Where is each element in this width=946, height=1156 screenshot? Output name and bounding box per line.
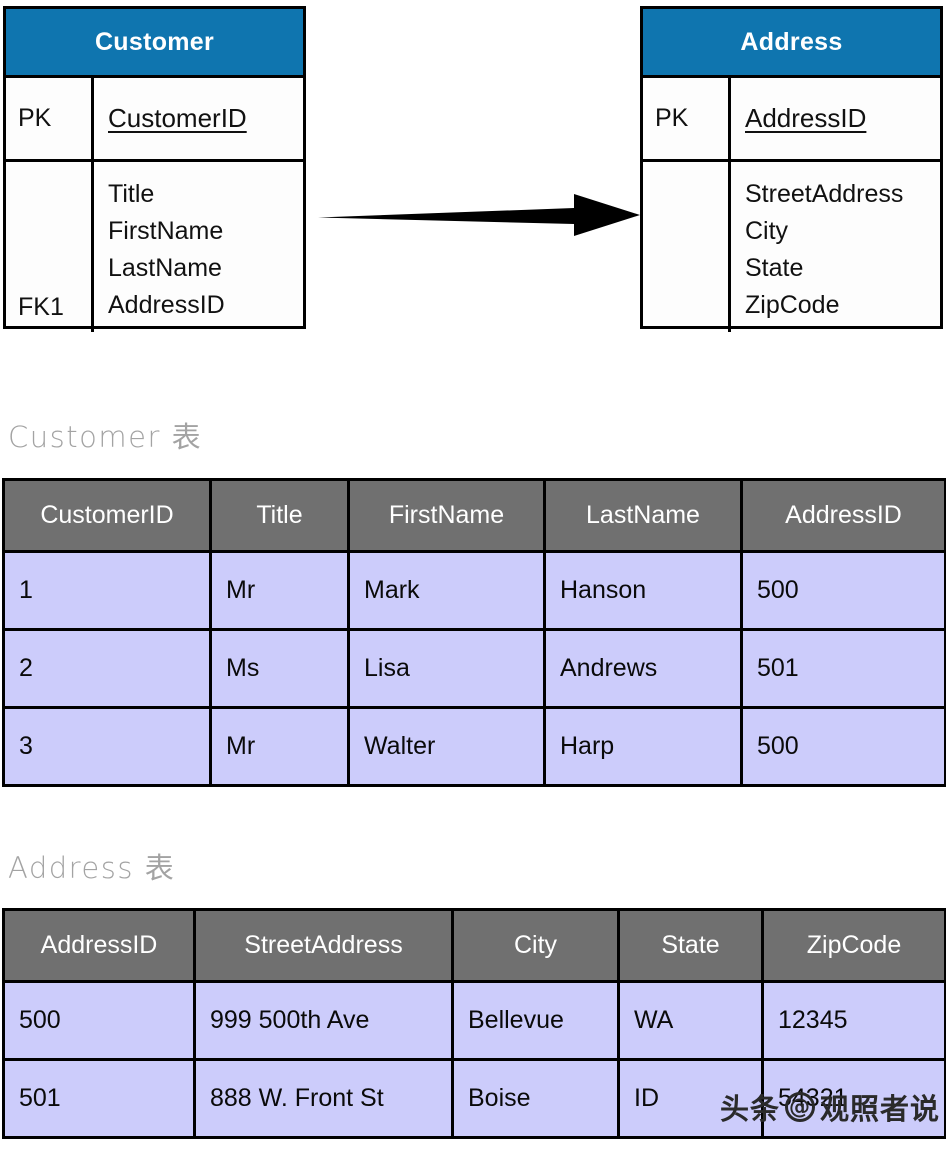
attribute-item: City xyxy=(745,217,789,245)
table-row: 1 Mr Mark Hanson 500 xyxy=(2,550,946,631)
table-cell: Hanson xyxy=(543,550,743,631)
entity-box-address: Address PK AddressID StreetAddress City … xyxy=(640,6,943,332)
table-header-row: CustomerID Title FirstName LastName Addr… xyxy=(2,478,946,553)
table-cell: 2 xyxy=(2,628,212,709)
customer-data-table: CustomerID Title FirstName LastName Addr… xyxy=(2,478,946,787)
entity-pk-row-customer: PK CustomerID xyxy=(6,78,303,159)
column-header: AddressID xyxy=(740,478,946,553)
table-cell: 1 xyxy=(2,550,212,631)
attribute-item: AddressID xyxy=(108,291,225,319)
table-cell: Ms xyxy=(209,628,350,709)
table-cell: Boise xyxy=(451,1058,620,1139)
table-cell: 999 500th Ave xyxy=(193,980,454,1061)
table-cell: 500 xyxy=(2,980,196,1061)
entity-header-customer: Customer xyxy=(6,9,303,75)
pk-field-address: AddressID xyxy=(745,103,867,133)
table-cell: 501 xyxy=(740,628,946,709)
fk-key-label-customer: FK1 xyxy=(6,162,94,332)
address-data-table: AddressID StreetAddress City State ZipCo… xyxy=(2,908,946,1139)
entity-attr-row-address: StreetAddress City State ZipCode xyxy=(643,162,940,332)
column-header: LastName xyxy=(543,478,743,553)
column-header: AddressID xyxy=(2,908,196,983)
table-cell: 501 xyxy=(2,1058,196,1139)
table-cell: Lisa xyxy=(347,628,546,709)
address-table-caption: Address 表 xyxy=(8,851,176,885)
column-header: FirstName xyxy=(347,478,546,553)
table-row: 501 888 W. Front St Boise ID 54321 xyxy=(2,1058,946,1139)
pk-field-customer: CustomerID xyxy=(108,103,247,133)
entity-header-address: Address xyxy=(643,9,940,75)
attr-list-customer: Title FirstName LastName AddressID xyxy=(94,162,303,332)
customer-table-caption: Customer 表 xyxy=(8,420,203,454)
table-cell: 54321 xyxy=(761,1058,946,1139)
table-cell: 12345 xyxy=(761,980,946,1061)
column-header: ZipCode xyxy=(761,908,946,983)
table-cell: 3 xyxy=(2,706,212,787)
attribute-item: State xyxy=(745,254,804,282)
table-row: 500 999 500th Ave Bellevue WA 12345 xyxy=(2,980,946,1061)
pk-field-cell-address: AddressID xyxy=(731,78,940,159)
column-header: Title xyxy=(209,478,350,553)
table-cell: Harp xyxy=(543,706,743,787)
table-cell: WA xyxy=(617,980,764,1061)
table-cell: Walter xyxy=(347,706,546,787)
attribute-item: LastName xyxy=(108,254,222,282)
pk-key-label-address: PK xyxy=(643,78,731,159)
column-header: City xyxy=(451,908,620,983)
column-header: StreetAddress xyxy=(193,908,454,983)
pk-key-label-customer: PK xyxy=(6,78,94,159)
table-header-row: AddressID StreetAddress City State ZipCo… xyxy=(2,908,946,983)
column-header: CustomerID xyxy=(2,478,212,553)
attribute-item: ZipCode xyxy=(745,291,840,319)
table-cell: Bellevue xyxy=(451,980,620,1061)
entity-box-customer: Customer PK CustomerID FK1 Title FirstNa… xyxy=(3,6,306,332)
table-cell: Mr xyxy=(209,706,350,787)
table-cell: 888 W. Front St xyxy=(193,1058,454,1139)
table-cell: ID xyxy=(617,1058,764,1139)
attribute-item: Title xyxy=(108,180,155,208)
table-cell: Mr xyxy=(209,550,350,631)
table-row: 2 Ms Lisa Andrews 501 xyxy=(2,628,946,709)
table-cell: Mark xyxy=(347,550,546,631)
attribute-item: StreetAddress xyxy=(745,180,904,208)
fk-key-label-address xyxy=(643,162,731,332)
table-row: 3 Mr Walter Harp 500 xyxy=(2,706,946,787)
entity-pk-row-address: PK AddressID xyxy=(643,78,940,159)
attribute-item: FirstName xyxy=(108,217,224,245)
table-cell: 500 xyxy=(740,706,946,787)
attr-list-address: StreetAddress City State ZipCode xyxy=(731,162,940,332)
entity-attr-row-customer: FK1 Title FirstName LastName AddressID xyxy=(6,162,303,332)
arrow-right-icon xyxy=(318,194,640,236)
er-diagram: Customer PK CustomerID FK1 Title FirstNa… xyxy=(0,0,946,345)
pk-field-cell-customer: CustomerID xyxy=(94,78,303,159)
column-header: State xyxy=(617,908,764,983)
table-cell: Andrews xyxy=(543,628,743,709)
table-cell: 500 xyxy=(740,550,946,631)
